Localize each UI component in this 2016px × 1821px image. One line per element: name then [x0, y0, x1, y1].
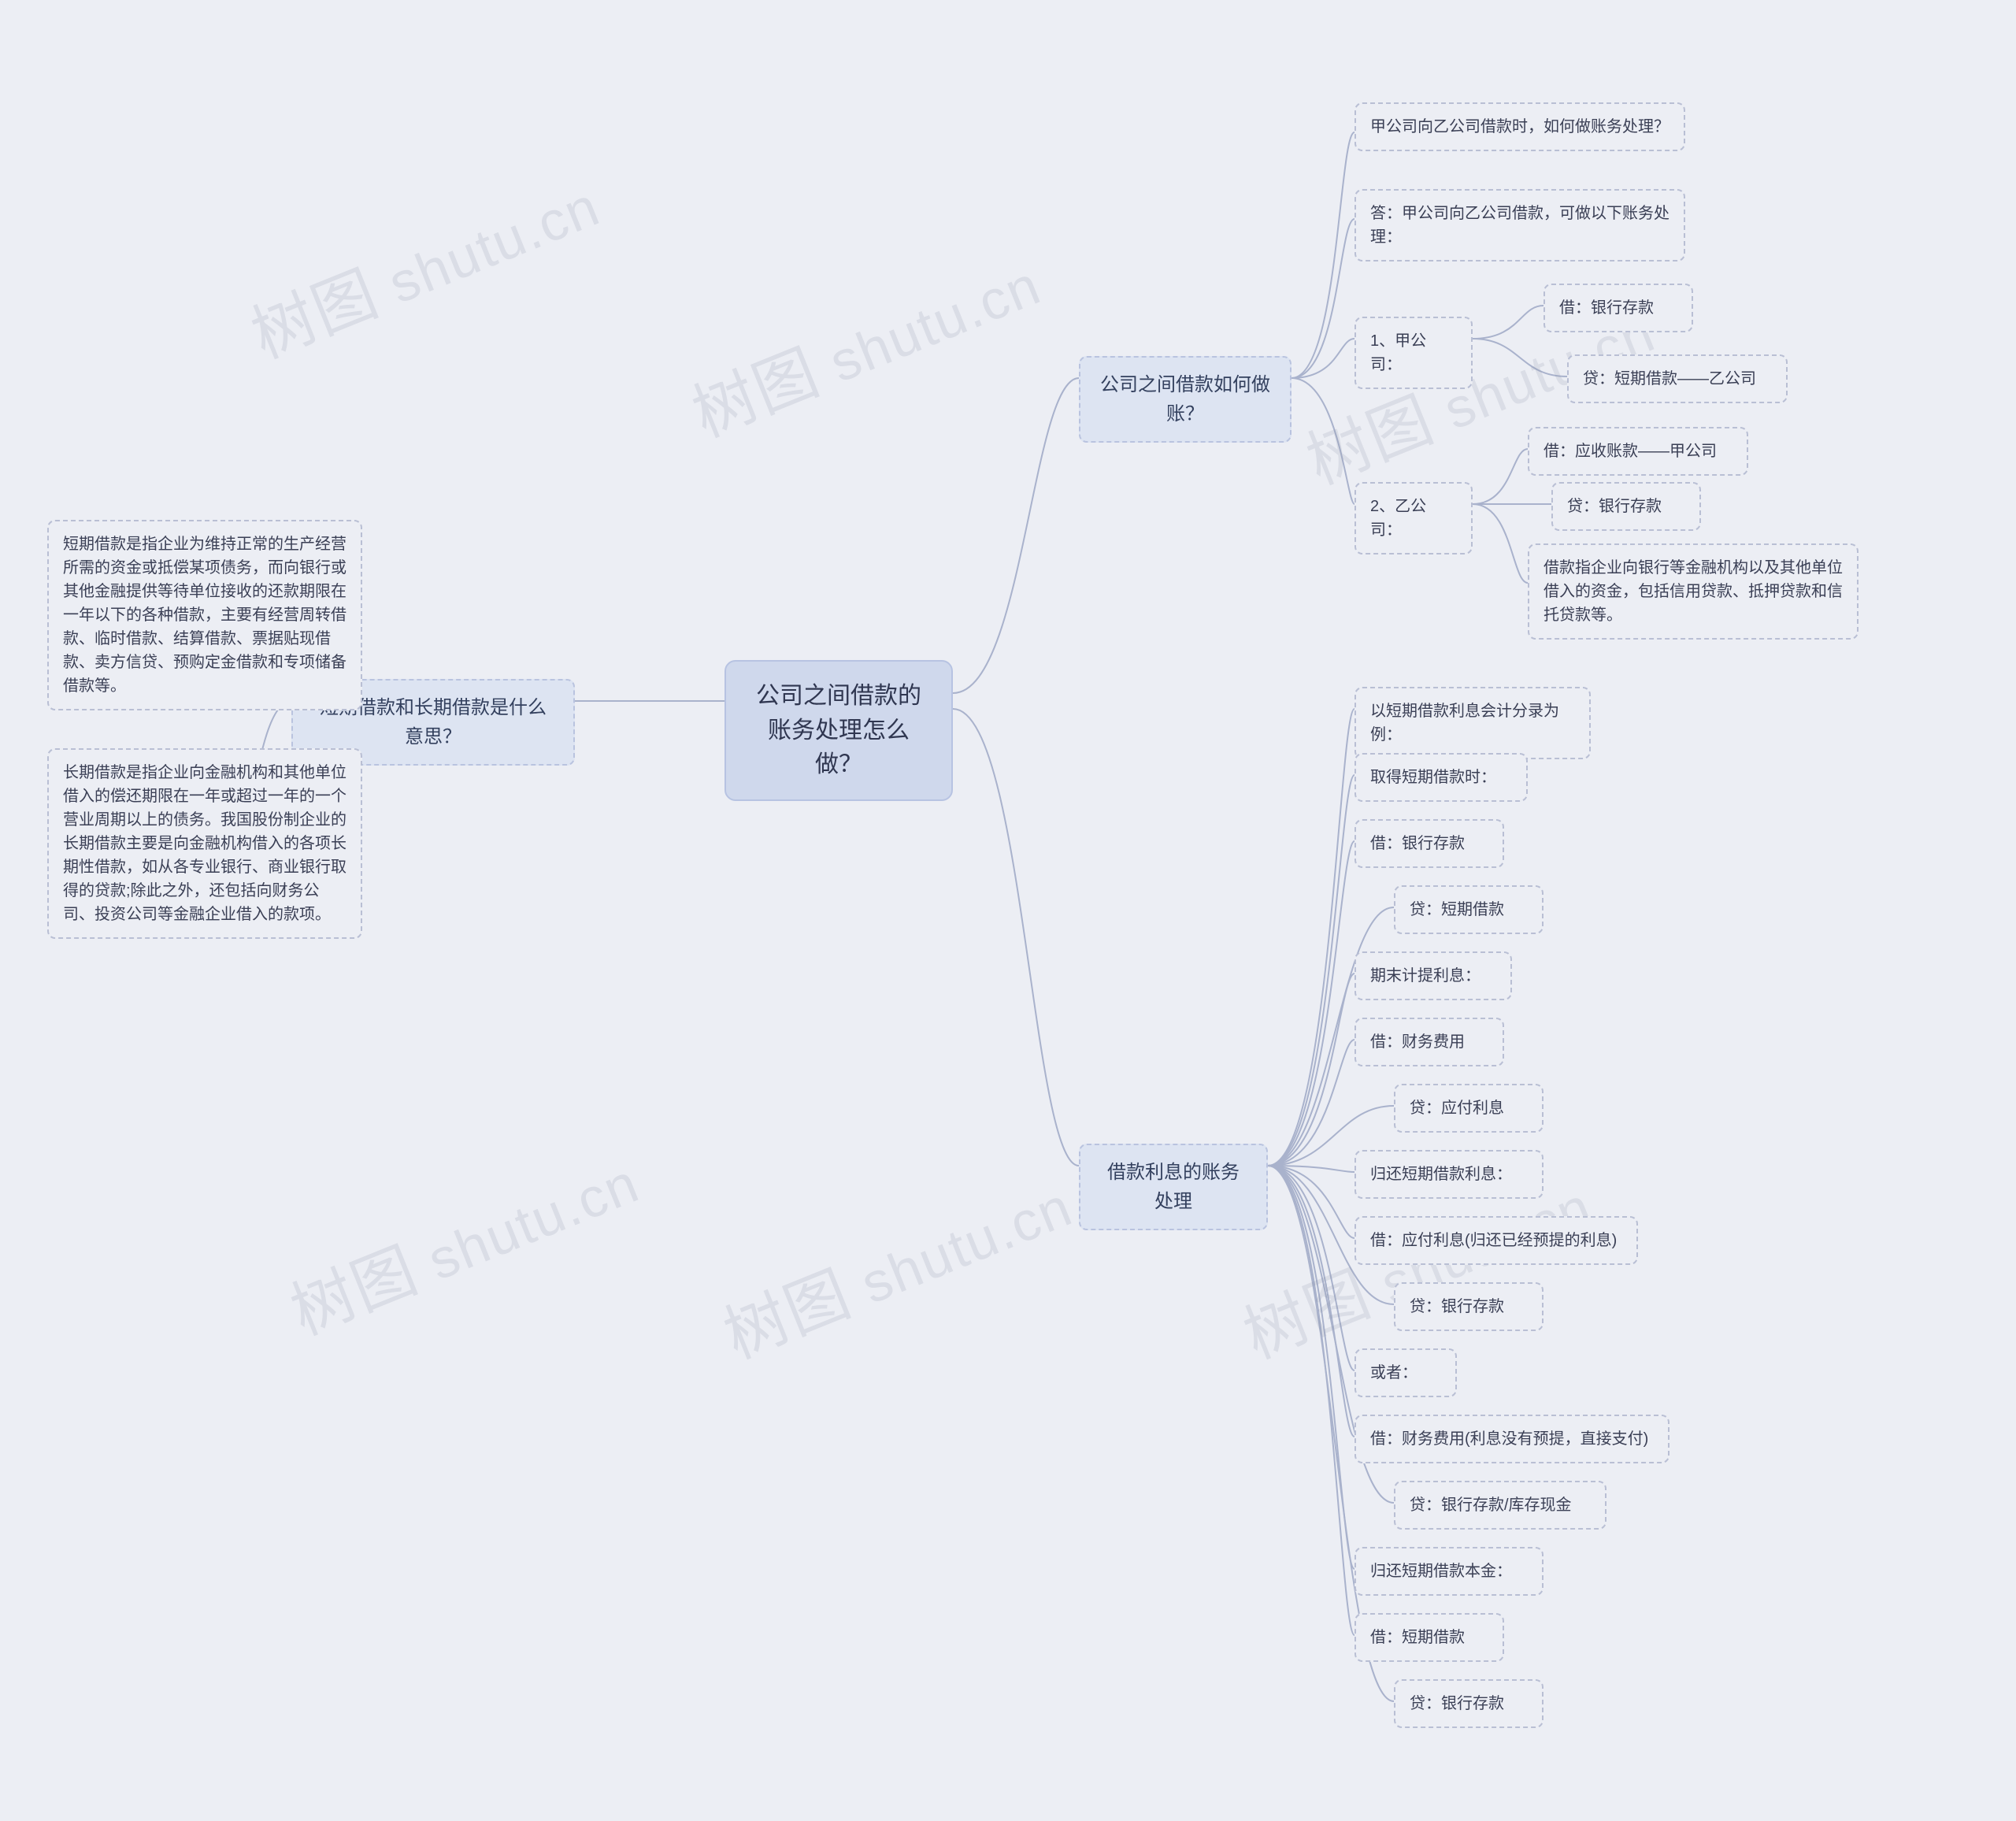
leaf-r1-c1-c-text: 贷：短期借款——乙公司 [1567, 354, 1788, 403]
leaf-r2-15-text: 贷：银行存款 [1394, 1679, 1544, 1728]
leaf-r1-c1-c: 贷：短期借款——乙公司 [1567, 354, 1788, 403]
branch-right-1: 公司之间借款如何做账？ [1079, 356, 1292, 443]
leaf-r1-c1-d: 借：银行存款 [1544, 284, 1693, 332]
leaf-r2-6-text: 贷：应付利息 [1394, 1084, 1544, 1133]
leaf-r1-c2-label-text: 2、乙公司： [1354, 482, 1473, 554]
branch-right-2-label: 借款利息的账务处理 [1079, 1144, 1268, 1230]
leaf-r1-c1-label: 1、甲公司： [1354, 317, 1473, 389]
leaf-r2-5: 借：财务费用 [1354, 1018, 1504, 1066]
leaf-r2-12-text: 贷：银行存款/库存现金 [1394, 1481, 1606, 1530]
leaf-r2-0: 以短期借款利息会计分录为例： [1354, 687, 1591, 759]
branch-right-1-label: 公司之间借款如何做账？ [1079, 356, 1292, 443]
leaf-r1-a: 答：甲公司向乙公司借款，可做以下账务处理： [1354, 189, 1685, 261]
leaf-r1-c2-n-text: 借款指企业向银行等金融机构以及其他单位借入的资金，包括信用贷款、抵押贷款和信托贷… [1528, 543, 1858, 640]
leaf-r1-c2-d: 借：应收账款——甲公司 [1528, 427, 1748, 476]
leaf-r2-11-text: 借：财务费用(利息没有预提，直接支付) [1354, 1415, 1670, 1463]
leaf-r2-10: 或者： [1354, 1348, 1457, 1397]
leaf-r2-3-text: 贷：短期借款 [1394, 885, 1544, 934]
mindmap-canvas: { "root": { "title": "公司之间借款的账务处理怎么做？" }… [0, 0, 2016, 1821]
leaf-r2-3: 贷：短期借款 [1394, 885, 1544, 934]
leaf-r1-c1-d-text: 借：银行存款 [1544, 284, 1693, 332]
watermark: 树图 shutu.cn [677, 232, 1052, 454]
leaf-r2-12: 贷：银行存款/库存现金 [1394, 1481, 1606, 1530]
leaf-r2-15: 贷：银行存款 [1394, 1679, 1544, 1728]
leaf-r1-c2-c-text: 贷：银行存款 [1551, 482, 1701, 531]
leaf-r2-4-text: 期末计提利息： [1354, 951, 1512, 1000]
leaf-r2-13-text: 归还短期借款本金： [1354, 1547, 1544, 1596]
leaf-long-term: 长期借款是指企业向金融机构和其他单位借入的偿还期限在一年或超过一年的一个营业周期… [47, 748, 362, 939]
leaf-r1-c2-n: 借款指企业向银行等金融机构以及其他单位借入的资金，包括信用贷款、抵押贷款和信托贷… [1528, 543, 1858, 640]
leaf-r2-10-text: 或者： [1354, 1348, 1457, 1397]
leaf-r2-4: 期末计提利息： [1354, 951, 1512, 1000]
leaf-r2-1-text: 取得短期借款时： [1354, 753, 1528, 802]
leaf-r1-c2-c: 贷：银行存款 [1551, 482, 1701, 531]
leaf-r2-5-text: 借：财务费用 [1354, 1018, 1504, 1066]
leaf-r2-8: 借：应付利息(归还已经预提的利息) [1354, 1216, 1638, 1265]
leaf-r1-q-text: 甲公司向乙公司借款时，如何做账务处理？ [1354, 102, 1685, 151]
leaf-r2-13: 归还短期借款本金： [1354, 1547, 1544, 1596]
leaf-r2-0-text: 以短期借款利息会计分录为例： [1354, 687, 1591, 759]
leaf-r2-7: 归还短期借款利息： [1354, 1150, 1544, 1199]
leaf-long-term-text: 长期借款是指企业向金融机构和其他单位借入的偿还期限在一年或超过一年的一个营业周期… [47, 748, 362, 939]
leaf-short-term-text: 短期借款是指企业为维持正常的生产经营所需的资金或抵偿某项债务，而向银行或其他金融… [47, 520, 362, 710]
leaf-r2-7-text: 归还短期借款利息： [1354, 1150, 1544, 1199]
watermark: 树图 shutu.cn [236, 154, 611, 376]
leaf-r2-11: 借：财务费用(利息没有预提，直接支付) [1354, 1415, 1670, 1463]
leaf-r2-8-text: 借：应付利息(归还已经预提的利息) [1354, 1216, 1638, 1265]
leaf-r2-14: 借：短期借款 [1354, 1613, 1504, 1662]
branch-right-2: 借款利息的账务处理 [1079, 1144, 1268, 1230]
leaf-r1-a-text: 答：甲公司向乙公司借款，可做以下账务处理： [1354, 189, 1685, 261]
watermark: 树图 shutu.cn [709, 1154, 1084, 1376]
leaf-r1-c1-label-text: 1、甲公司： [1354, 317, 1473, 389]
leaf-r1-q: 甲公司向乙公司借款时，如何做账务处理？ [1354, 102, 1685, 151]
root-node: 公司之间借款的账务处理怎么做？ [724, 660, 953, 801]
leaf-r2-9-text: 贷：银行存款 [1394, 1282, 1544, 1331]
leaf-r1-c2-d-text: 借：应收账款——甲公司 [1528, 427, 1748, 476]
watermark: 树图 shutu.cn [276, 1130, 650, 1352]
leaf-r2-6: 贷：应付利息 [1394, 1084, 1544, 1133]
leaf-r1-c2-label: 2、乙公司： [1354, 482, 1473, 554]
leaf-r2-9: 贷：银行存款 [1394, 1282, 1544, 1331]
root-title: 公司之间借款的账务处理怎么做？ [724, 660, 953, 801]
leaf-short-term: 短期借款是指企业为维持正常的生产经营所需的资金或抵偿某项债务，而向银行或其他金融… [47, 520, 362, 710]
leaf-r2-2-text: 借：银行存款 [1354, 819, 1504, 868]
leaf-r2-1: 取得短期借款时： [1354, 753, 1528, 802]
leaf-r2-2: 借：银行存款 [1354, 819, 1504, 868]
leaf-r2-14-text: 借：短期借款 [1354, 1613, 1504, 1662]
